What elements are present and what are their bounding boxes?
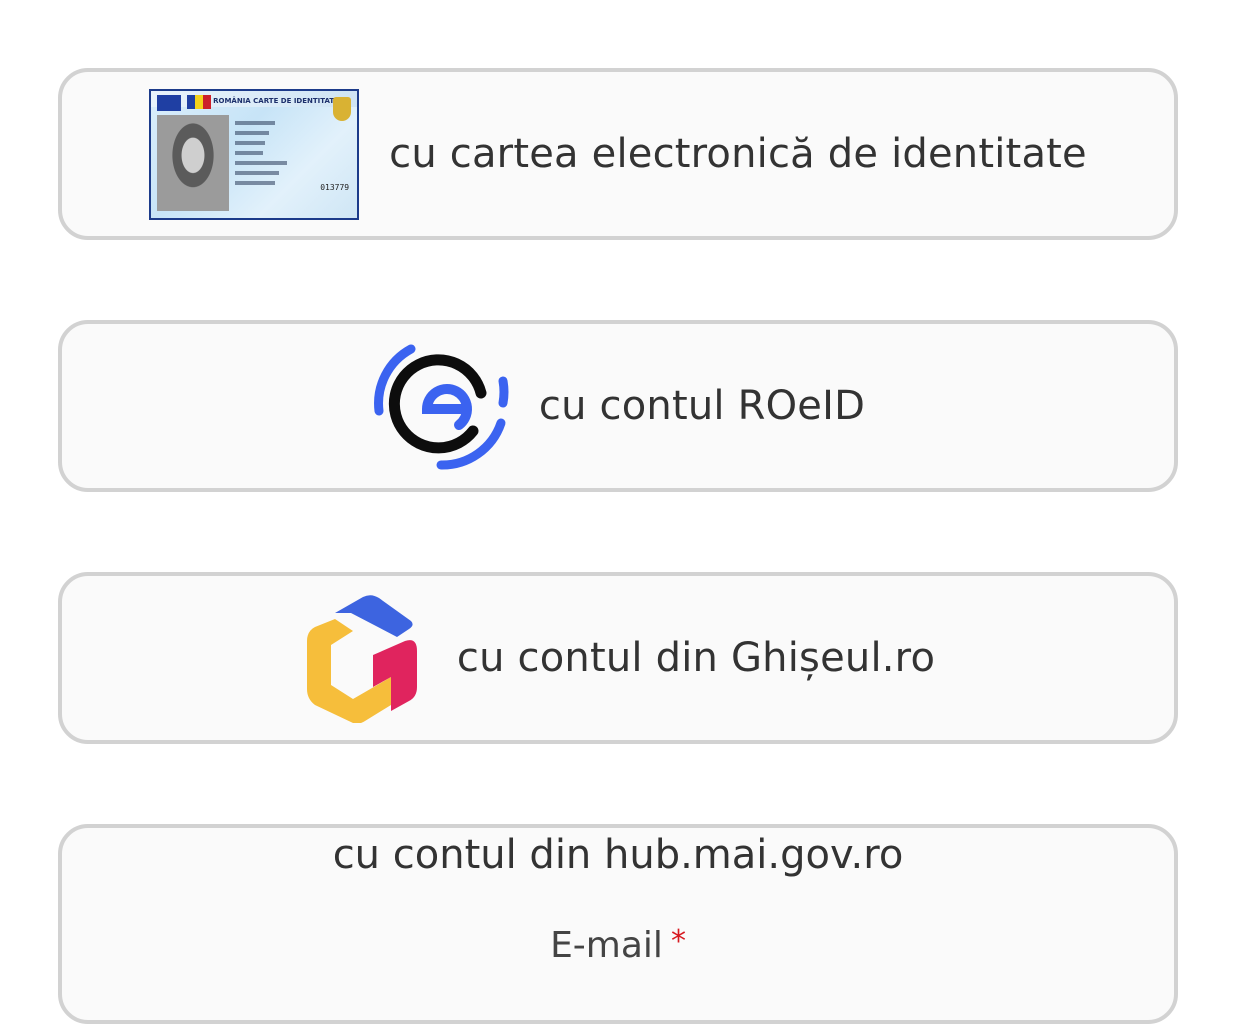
ghiseul-logo-icon <box>306 595 417 723</box>
roeid-logo-icon <box>373 344 509 470</box>
login-option-ghiseul-label: cu contul din Ghișeul.ro <box>456 635 936 681</box>
login-option-ghiseul[interactable]: cu contul din Ghișeul.ro <box>58 572 1178 744</box>
login-option-roeid-label: cu contul ROeID <box>538 383 866 429</box>
id-card-header-text: ROMÂNIA CARTE DE IDENTITATE <box>213 96 339 105</box>
id-card-photo <box>157 114 230 211</box>
login-option-electronic-id-card-label: cu cartea electronică de identitate <box>389 131 1087 177</box>
login-option-hub-mai: cu contul din hub.mai.gov.ro E-mail * <box>58 824 1178 1024</box>
hub-login-title: cu contul din hub.mai.gov.ro <box>332 832 904 878</box>
id-card-icon: ROMÂNIA CARTE DE IDENTITATE 013779 <box>149 88 360 220</box>
id-card-number: 013779 <box>320 182 350 192</box>
email-field-label-row: E-mail * <box>62 924 1174 966</box>
login-option-electronic-id-card[interactable]: ROMÂNIA CARTE DE IDENTITATE 013779 cu ca… <box>58 68 1178 240</box>
required-marker: * <box>670 924 686 959</box>
login-option-roeid[interactable]: cu contul ROeID <box>58 320 1178 492</box>
email-field-label: E-mail <box>550 925 663 966</box>
